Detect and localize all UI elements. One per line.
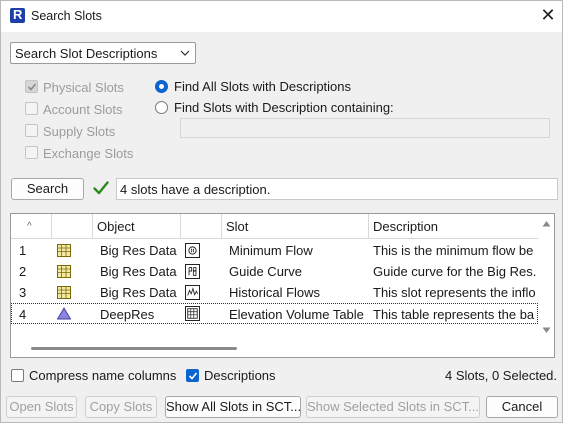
row-number: 4 xyxy=(19,307,27,322)
exchange-slots-checkbox[interactable] xyxy=(25,146,38,159)
periodic-slot-icon xyxy=(185,243,200,258)
app-logo-icon xyxy=(10,7,25,23)
physical-slots-checkbox[interactable] xyxy=(25,80,38,93)
row-slot: Guide Curve xyxy=(229,264,302,279)
row-object: DeepRes xyxy=(100,307,155,322)
column-header-slot[interactable]: Slot xyxy=(222,214,369,239)
show-selected-slots-in-sct-button[interactable]: Show Selected Slots in SCT... xyxy=(306,396,480,418)
column-header-object-icon[interactable] xyxy=(52,214,93,239)
search-status-field: 4 slots have a description. xyxy=(116,178,558,200)
results-table: ^ Object Slot Description 1 Big Res Data… xyxy=(10,213,555,358)
row-description: This is the minimum flow be xyxy=(373,243,534,258)
chevron-down-icon xyxy=(180,50,190,56)
vertical-scrollbar[interactable] xyxy=(538,214,554,357)
data-object-icon xyxy=(57,265,71,278)
find-containing-radio[interactable] xyxy=(155,101,168,114)
find-containing-label: Find Slots with Description containing: xyxy=(174,100,394,115)
periodic-slot-icon xyxy=(185,264,200,279)
scroll-down-icon[interactable] xyxy=(542,327,551,334)
row-object: Big Res Data xyxy=(100,264,177,279)
copy-slots-button[interactable]: Copy Slots xyxy=(85,396,157,418)
row-description: This table represents the ba xyxy=(373,307,535,322)
account-slots-checkbox[interactable] xyxy=(25,102,38,115)
row-number: 1 xyxy=(19,243,27,258)
search-mode-value: Search Slot Descriptions xyxy=(15,46,158,61)
selection-summary: 4 Slots, 0 Selected. xyxy=(445,368,558,383)
row-description: Guide curve for the Big Res. xyxy=(373,264,536,279)
column-header-object[interactable]: Object xyxy=(93,214,181,239)
compress-name-columns-label: Compress name columns xyxy=(29,368,177,383)
row-description: This slot represents the inflo xyxy=(373,285,536,300)
column-header-slot-icon[interactable] xyxy=(181,214,222,239)
cancel-button[interactable]: Cancel xyxy=(486,396,558,418)
table-row[interactable]: 2 Big Res Data Guide Curve Guide curve f… xyxy=(11,261,538,282)
data-object-icon xyxy=(57,286,71,299)
sort-caret-icon: ^ xyxy=(27,221,32,232)
row-number: 3 xyxy=(19,285,27,300)
descriptions-checkbox[interactable] xyxy=(186,369,199,382)
row-slot: Historical Flows xyxy=(229,285,321,300)
compress-name-columns-checkbox[interactable] xyxy=(11,369,24,382)
description-contains-input[interactable] xyxy=(180,118,550,138)
title-bar: Search Slots ✕ xyxy=(1,1,562,32)
scroll-up-icon[interactable] xyxy=(542,220,551,227)
open-slots-button[interactable]: Open Slots xyxy=(6,396,77,418)
data-object-icon xyxy=(57,244,71,257)
table-header: ^ Object Slot Description xyxy=(11,214,538,239)
row-object: Big Res Data xyxy=(100,243,177,258)
search-status-text: 4 slots have a description. xyxy=(120,182,271,197)
checkmark-icon xyxy=(188,372,198,380)
table-slot-icon xyxy=(185,306,200,321)
row-object: Big Res Data xyxy=(100,285,177,300)
green-check-icon xyxy=(93,181,109,195)
horizontal-scrollbar[interactable] xyxy=(31,347,237,350)
series-slot-icon xyxy=(185,285,200,300)
row-number: 2 xyxy=(19,264,27,279)
table-row[interactable]: 4 DeepRes Elevation Volume Table This ta… xyxy=(11,303,538,324)
column-header-row-number[interactable]: ^ xyxy=(11,214,52,239)
search-button[interactable]: Search xyxy=(11,178,84,200)
descriptions-label: Descriptions xyxy=(204,368,276,383)
find-all-radio[interactable] xyxy=(155,80,168,93)
search-mode-select[interactable]: Search Slot Descriptions xyxy=(10,42,196,64)
row-slot: Minimum Flow xyxy=(229,243,313,258)
row-slot: Elevation Volume Table xyxy=(229,307,364,322)
reservoir-icon xyxy=(57,307,71,320)
account-slots-label: Account Slots xyxy=(43,102,123,117)
window-title: Search Slots xyxy=(31,9,102,23)
checkmark-icon xyxy=(27,83,37,91)
physical-slots-label: Physical Slots xyxy=(43,80,124,95)
column-header-description[interactable]: Description xyxy=(369,214,538,239)
supply-slots-label: Supply Slots xyxy=(43,124,116,139)
close-icon[interactable]: ✕ xyxy=(537,4,559,26)
find-all-label: Find All Slots with Descriptions xyxy=(174,79,352,94)
table-row[interactable]: 3 Big Res Data Historical Flows This slo… xyxy=(11,282,538,303)
show-all-slots-in-sct-button[interactable]: Show All Slots in SCT... xyxy=(165,396,301,418)
exchange-slots-label: Exchange Slots xyxy=(43,146,134,161)
table-row[interactable]: 1 Big Res Data Minimum Flow This is the … xyxy=(11,240,538,261)
supply-slots-checkbox[interactable] xyxy=(25,124,38,137)
search-slots-dialog: Search Slots ✕ Search Slot Descriptions … xyxy=(0,0,563,423)
